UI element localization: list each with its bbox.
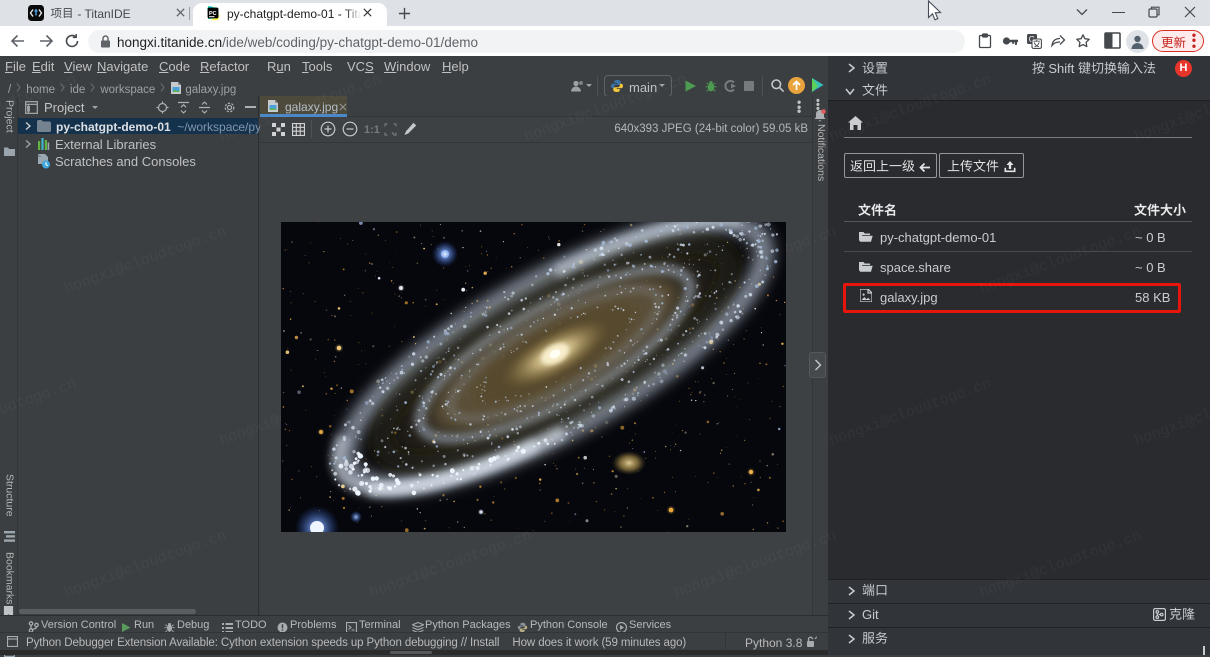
svg-text:PC: PC <box>209 11 217 17</box>
